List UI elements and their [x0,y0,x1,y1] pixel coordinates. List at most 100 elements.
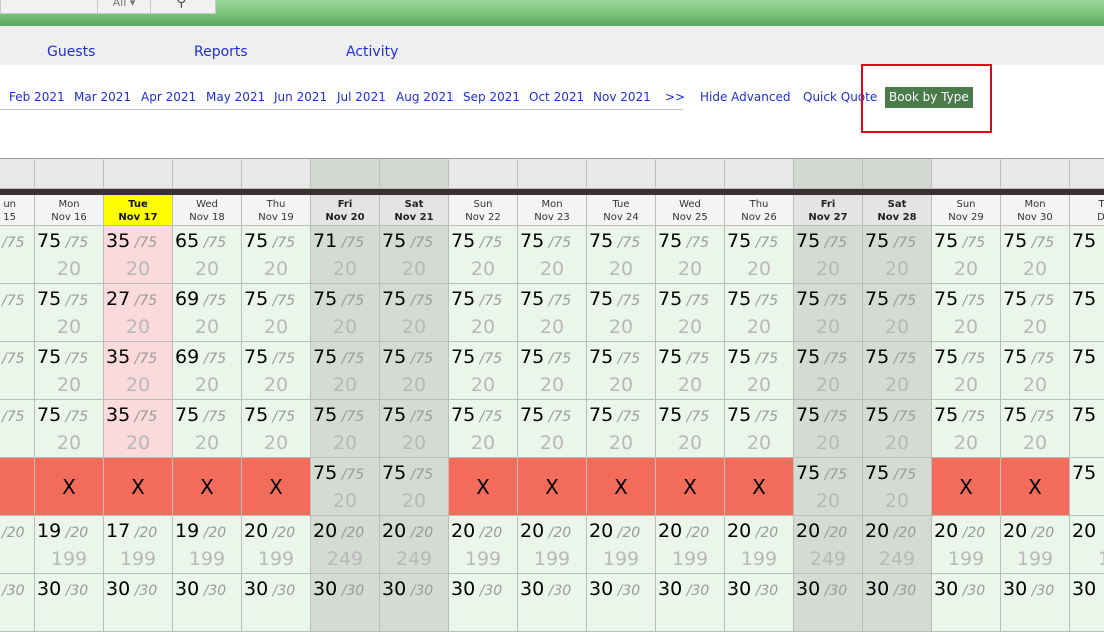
nav-guests[interactable]: Guests [47,44,95,60]
month-link[interactable]: Mar 2021 [74,90,131,104]
availability-cell[interactable]: 75 /75 20 [449,400,518,458]
day-header[interactable]: Tue Nov 24 [587,195,656,226]
availability-cell[interactable]: 75 /75 20 [380,400,449,458]
sold-out-cell[interactable]: X [242,458,311,516]
availability-cell[interactable]: 27 /75 20 [104,284,173,342]
availability-cell[interactable]: 75 /75 20 [863,458,932,516]
day-header[interactable]: Sat Nov 21 [380,195,449,226]
availability-cell[interactable]: 30 /30 [794,574,863,632]
availability-cell[interactable]: 75 /75 20 [656,226,725,284]
search-button[interactable]: ⚲ [150,0,216,14]
availability-cell[interactable]: 30 /30 [932,574,1001,632]
availability-cell[interactable]: 75 /75 20 [863,342,932,400]
availability-cell[interactable]: 35 /75 20 [104,400,173,458]
availability-cell[interactable]: 65 /75 20 [173,226,242,284]
availability-cell[interactable]: 75 /75 20 [242,284,311,342]
availability-cell[interactable]: 20 /20 199 [518,516,587,574]
availability-cell[interactable]: 30 /30 [104,574,173,632]
availability-cell[interactable]: 75 /75 20 [518,226,587,284]
availability-cell[interactable]: 75 /75 20 [932,342,1001,400]
availability-cell[interactable]: 75 /75 20 [932,226,1001,284]
availability-cell[interactable]: 75 /75 20 [242,226,311,284]
availability-cell[interactable]: 75 /75 20 [794,284,863,342]
nav-reports[interactable]: Reports [194,44,248,60]
availability-cell[interactable]: 75 [1070,226,1104,284]
availability-cell[interactable]: 30 /30 [863,574,932,632]
month-link[interactable]: Nov 2021 [593,90,651,104]
availability-cell[interactable]: 75 /75 20 [656,342,725,400]
availability-cell[interactable]: 75 /75 20 [449,342,518,400]
availability-cell[interactable]: 20 /20 199 [725,516,794,574]
availability-cell[interactable]: 30 /30 [35,574,104,632]
availability-cell[interactable]: 20 /20 199 [932,516,1001,574]
day-header[interactable]: Sun Nov 29 [932,195,1001,226]
sold-out-cell[interactable]: X [587,458,656,516]
availability-cell[interactable]: 75 /75 20 [725,226,794,284]
day-header[interactable]: Sat Nov 28 [863,195,932,226]
sold-out-cell[interactable]: X [518,458,587,516]
availability-cell[interactable]: 30 /30 [242,574,311,632]
availability-cell[interactable]: 75 /75 20 [242,400,311,458]
day-header[interactable]: Tu De [1070,195,1104,226]
sold-out-cell[interactable]: X [1001,458,1070,516]
availability-cell[interactable]: 201 [1070,516,1104,574]
availability-cell[interactable]: 30 [1070,574,1104,632]
day-header[interactable]: Wed Nov 25 [656,195,725,226]
availability-cell[interactable]: /30 [0,574,35,632]
availability-cell[interactable]: 75 /75 20 [35,342,104,400]
availability-cell[interactable]: 75 [1070,284,1104,342]
availability-cell[interactable]: 75 /75 20 [311,284,380,342]
availability-cell[interactable]: 75 /75 20 [518,284,587,342]
month-link[interactable]: Feb 2021 [9,90,65,104]
availability-cell[interactable]: 20 /20 199 [242,516,311,574]
availability-cell[interactable]: 30 /30 [1001,574,1070,632]
availability-cell[interactable]: 75 /75 20 [35,226,104,284]
availability-cell[interactable]: 75 /75 20 [587,284,656,342]
availability-cell[interactable]: 75 /75 20 [1001,342,1070,400]
availability-cell[interactable]: 35 /75 20 [104,226,173,284]
day-header[interactable]: Sun Nov 22 [449,195,518,226]
nav-activity[interactable]: Activity [346,44,398,60]
availability-cell[interactable]: /750 [0,342,35,400]
availability-cell[interactable]: 30 /30 [518,574,587,632]
availability-cell[interactable]: 71 /75 20 [311,226,380,284]
availability-cell[interactable]: 30 /30 [173,574,242,632]
availability-cell[interactable]: 75 /75 20 [932,400,1001,458]
availability-cell[interactable]: 30 /30 [449,574,518,632]
month-link[interactable]: Oct 2021 [529,90,584,104]
availability-cell[interactable]: 75 /75 20 [35,284,104,342]
sold-out-cell[interactable]: X [725,458,794,516]
availability-cell[interactable]: 75 /75 20 [863,400,932,458]
availability-cell[interactable]: 75 [1070,400,1104,458]
availability-cell[interactable]: 75 /75 20 [311,342,380,400]
availability-cell[interactable]: /750 [0,284,35,342]
availability-cell[interactable]: 75 /75 20 [449,284,518,342]
availability-cell[interactable]: 75 /75 20 [173,400,242,458]
day-header[interactable]: Mon Nov 23 [518,195,587,226]
availability-cell[interactable]: 69 /75 20 [173,284,242,342]
month-link[interactable]: May 2021 [206,90,265,104]
availability-cell[interactable]: 75 /75 20 [794,458,863,516]
search-input[interactable] [0,0,98,14]
availability-cell[interactable]: 30 /30 [656,574,725,632]
day-header[interactable]: Thu Nov 26 [725,195,794,226]
day-header[interactable]: Mon Nov 30 [1001,195,1070,226]
sold-out-cell[interactable]: X [35,458,104,516]
availability-cell[interactable]: 75 /75 20 [1001,284,1070,342]
availability-cell[interactable]: 75 /75 20 [449,226,518,284]
availability-cell[interactable]: 75 /75 20 [587,342,656,400]
month-link[interactable]: Apr 2021 [141,90,196,104]
next-months-link[interactable]: >> [665,90,685,104]
day-header[interactable]: Fri Nov 20 [311,195,380,226]
month-link[interactable]: Jul 2021 [337,90,386,104]
availability-cell[interactable]: 75 /75 20 [587,226,656,284]
hide-advanced-link[interactable]: Hide Advanced [700,90,790,104]
sold-out-cell[interactable]: X [0,458,35,516]
availability-cell[interactable]: 30 /30 [311,574,380,632]
availability-cell[interactable]: 75 /75 20 [380,226,449,284]
availability-cell[interactable]: 20 /20 249 [863,516,932,574]
month-link[interactable]: Aug 2021 [396,90,454,104]
availability-cell[interactable]: 75 /75 20 [863,284,932,342]
availability-cell[interactable]: 75 /75 20 [794,400,863,458]
availability-cell[interactable]: 20 /20 249 [311,516,380,574]
